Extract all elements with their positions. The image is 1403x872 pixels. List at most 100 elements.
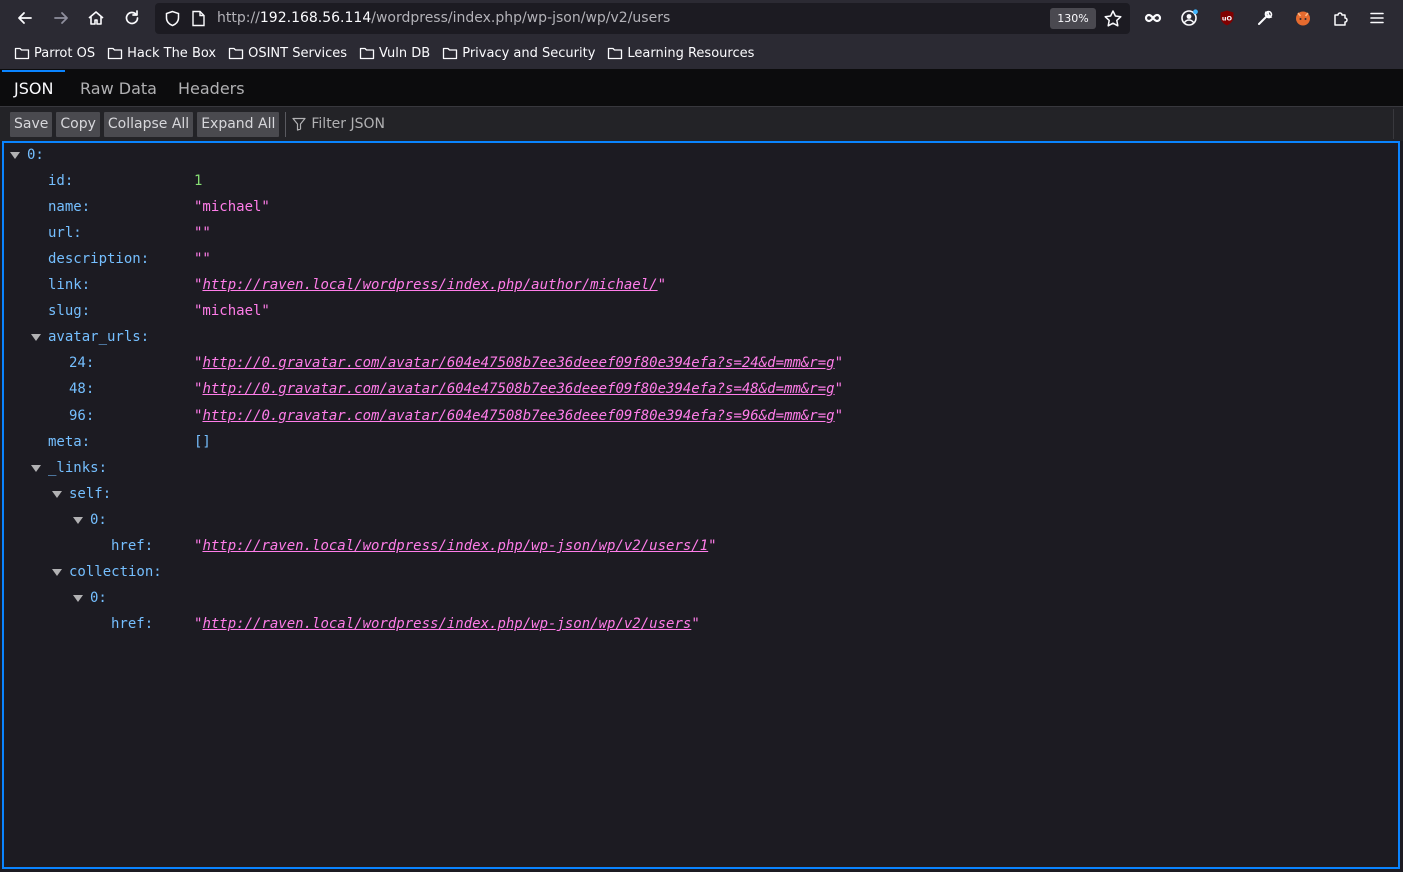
- json-value: "http://0.gravatar.com/avatar/604e47508b…: [194, 355, 844, 371]
- bookmark-folder[interactable]: Parrot OS: [14, 46, 95, 61]
- folder-icon: [359, 47, 375, 60]
- json-link[interactable]: http://raven.local/wordpress/index.php/w…: [202, 538, 708, 554]
- chevron-down-icon[interactable]: [31, 332, 41, 342]
- json-value: "michael": [194, 199, 270, 215]
- tree-row-self-href[interactable]: href: "http://raven.local/wordpress/inde…: [4, 537, 1394, 557]
- arrow-right-icon: [54, 12, 68, 24]
- bookmark-label: Privacy and Security: [462, 45, 596, 61]
- chevron-down-icon[interactable]: [52, 489, 62, 499]
- url-path: /wordpress/index.php/wp-json/wp/v2/users: [371, 10, 671, 26]
- forward-button[interactable]: [47, 5, 75, 31]
- account-icon: [1181, 9, 1198, 26]
- tree-row-meta[interactable]: meta: []: [4, 433, 1394, 453]
- json-key: href:: [111, 616, 154, 632]
- star-icon[interactable]: [1103, 9, 1123, 29]
- chevron-down-icon[interactable]: [73, 593, 83, 603]
- chevron-down-icon[interactable]: [31, 463, 41, 473]
- home-button[interactable]: [82, 5, 110, 31]
- json-link[interactable]: http://raven.local/wordpress/index.php/w…: [202, 616, 691, 632]
- json-link[interactable]: http://0.gravatar.com/avatar/604e47508b7…: [202, 355, 834, 371]
- account-button[interactable]: [1175, 5, 1203, 31]
- reload-icon: [125, 10, 139, 25]
- json-key: _links:: [48, 460, 108, 476]
- tree-row-root[interactable]: 0:: [4, 146, 1394, 166]
- json-value: "michael": [194, 303, 270, 319]
- tab-headers[interactable]: Headers: [178, 70, 245, 107]
- back-button[interactable]: [11, 5, 39, 31]
- tree-row-id[interactable]: id: 1: [4, 172, 1394, 192]
- menu-icon: [1370, 12, 1384, 24]
- tree-row-avatar-24[interactable]: 24: "http://0.gravatar.com/avatar/604e47…: [4, 354, 1394, 374]
- json-key: href:: [111, 538, 154, 554]
- json-key: description:: [48, 251, 150, 267]
- json-key: 0:: [90, 590, 107, 606]
- tree-row-name[interactable]: name: "michael": [4, 198, 1394, 218]
- tab-raw-data[interactable]: Raw Data: [80, 70, 157, 107]
- bookmark-folder[interactable]: OSINT Services: [228, 46, 347, 61]
- tree-row-collection-href[interactable]: href: "http://raven.local/wordpress/inde…: [4, 615, 1394, 635]
- tree-row-self[interactable]: self:: [4, 485, 1394, 505]
- save-button[interactable]: Save: [10, 111, 53, 137]
- shield-icon[interactable]: [164, 10, 181, 27]
- tree-row-avatar-urls[interactable]: avatar_urls:: [4, 328, 1394, 348]
- tree-row-self-0[interactable]: 0:: [4, 511, 1394, 531]
- chevron-down-icon[interactable]: [52, 567, 62, 577]
- filter-placeholder: Filter JSON: [311, 116, 386, 132]
- tree-row-links[interactable]: _links:: [4, 459, 1394, 479]
- tree-row-url[interactable]: url: "": [4, 224, 1394, 244]
- json-key: url:: [48, 225, 82, 241]
- ublock-extension-button[interactable]: uO: [1213, 5, 1241, 31]
- foxyproxy-icon: [1296, 11, 1310, 26]
- tree-row-link[interactable]: link: "http://raven.local/wordpress/inde…: [4, 276, 1394, 296]
- bookmarks-toolbar: Parrot OS Hack The Box OSINT Services Vu…: [0, 37, 1403, 70]
- foxyproxy-extension-button[interactable]: [1289, 5, 1317, 31]
- json-key: 48:: [69, 381, 95, 397]
- json-key: meta:: [48, 434, 91, 450]
- tab-json[interactable]: JSON: [1, 70, 67, 107]
- json-link[interactable]: http://0.gravatar.com/avatar/604e47508b7…: [202, 408, 834, 424]
- copy-button[interactable]: Copy: [56, 111, 100, 137]
- json-viewer-tabs: JSON Raw Data Headers: [0, 70, 1403, 107]
- zoom-level-button[interactable]: 130%: [1050, 8, 1096, 29]
- url-text[interactable]: http://192.168.56.114/wordpress/index.ph…: [217, 10, 670, 26]
- wrench-extension-button[interactable]: [1251, 5, 1279, 31]
- bookmark-folder[interactable]: Learning Resources: [607, 46, 754, 61]
- infinity-extension-button[interactable]: [1139, 5, 1167, 31]
- bookmark-folder[interactable]: Hack The Box: [107, 46, 216, 61]
- json-key: collection:: [69, 564, 162, 580]
- bookmark-label: OSINT Services: [248, 45, 348, 61]
- json-value: "http://0.gravatar.com/avatar/604e47508b…: [194, 381, 844, 397]
- tree-row-collection-0[interactable]: 0:: [4, 589, 1394, 609]
- collapse-all-button[interactable]: Collapse All: [103, 111, 194, 137]
- json-value: "http://raven.local/wordpress/index.php/…: [194, 538, 717, 554]
- bookmark-folder[interactable]: Vuln DB: [359, 46, 430, 61]
- page-icon[interactable]: [191, 10, 206, 27]
- json-link[interactable]: http://0.gravatar.com/avatar/604e47508b7…: [202, 381, 834, 397]
- json-link[interactable]: http://raven.local/wordpress/index.php/a…: [202, 277, 657, 293]
- json-key: 96:: [69, 408, 95, 424]
- tree-row-avatar-48[interactable]: 48: "http://0.gravatar.com/avatar/604e47…: [4, 380, 1394, 400]
- bookmark-folder[interactable]: Privacy and Security: [442, 46, 595, 61]
- url-host: 192.168.56.114: [259, 10, 372, 26]
- filter-json-input[interactable]: Filter JSON: [292, 116, 385, 132]
- tree-row-description[interactable]: description: "": [4, 250, 1394, 270]
- tree-row-avatar-96[interactable]: 96: "http://0.gravatar.com/avatar/604e47…: [4, 407, 1394, 427]
- json-tree[interactable]: 0: id: 1 name: "michael" url: "" descrip…: [2, 141, 1400, 869]
- folder-icon: [608, 47, 623, 60]
- tree-row-slug[interactable]: slug: "michael": [4, 302, 1394, 322]
- json-value: []: [194, 434, 211, 450]
- address-bar[interactable]: http://192.168.56.114/wordpress/index.ph…: [155, 3, 1130, 34]
- home-icon: [88, 11, 104, 25]
- json-value: "http://raven.local/wordpress/index.php/…: [194, 277, 667, 293]
- json-value: "": [194, 225, 211, 241]
- chevron-down-icon[interactable]: [73, 515, 83, 525]
- wrench-icon: [1258, 10, 1273, 25]
- json-value: "http://0.gravatar.com/avatar/604e47508b…: [194, 408, 844, 424]
- expand-all-button[interactable]: Expand All: [197, 111, 280, 137]
- chevron-down-icon[interactable]: [10, 150, 20, 160]
- tree-row-collection[interactable]: collection:: [4, 563, 1394, 583]
- app-menu-button[interactable]: [1363, 5, 1391, 31]
- bookmark-label: Vuln DB: [379, 45, 431, 61]
- reload-button[interactable]: [118, 5, 146, 31]
- extensions-button[interactable]: [1327, 5, 1355, 31]
